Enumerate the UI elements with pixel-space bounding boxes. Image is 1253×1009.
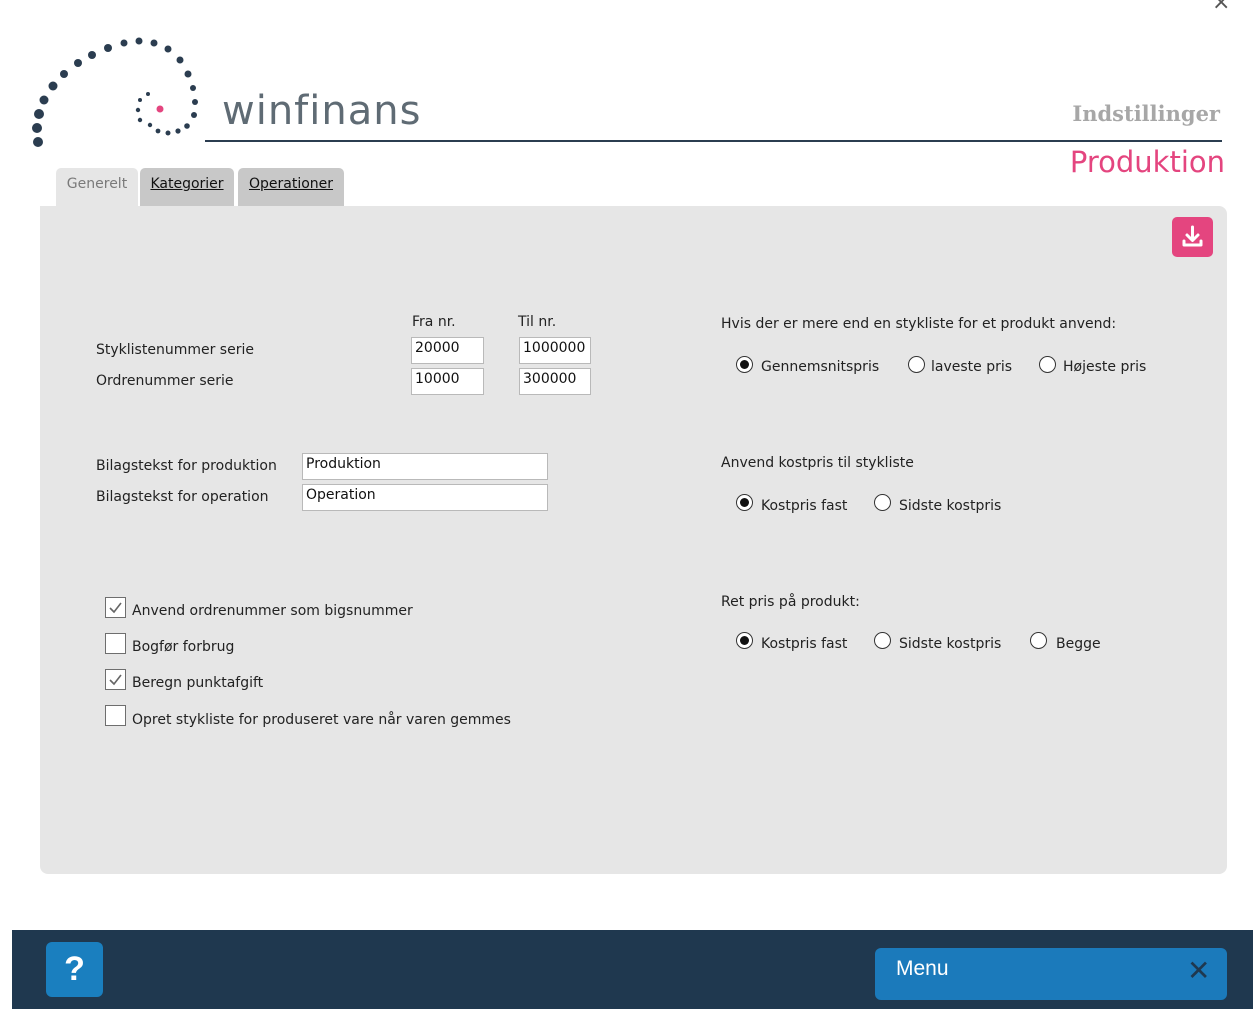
radio-price-fixed-cost[interactable] <box>736 632 753 649</box>
menu-label: Menu <box>896 957 949 980</box>
order-series-label: Ordrenummer serie <box>96 373 234 389</box>
radio-last-cost[interactable] <box>874 494 891 511</box>
checkbox-label: Beregn punktafgift <box>132 675 264 691</box>
to-header: Til nr. <box>518 314 557 330</box>
checkbox-label: Opret stykliste for produseret vare når … <box>132 712 511 728</box>
check-icon <box>109 602 122 614</box>
price-fix-question: Ret pris på produkt: <box>721 594 860 610</box>
checkbox-create-bom[interactable] <box>105 705 126 726</box>
tab-operationer[interactable]: Operationer <box>238 168 344 206</box>
radio-average-price[interactable] <box>736 356 753 373</box>
header-divider <box>205 140 1222 142</box>
checkbox-post-consumption[interactable] <box>105 633 126 654</box>
close-icon[interactable]: ✕ <box>1187 954 1210 987</box>
radio-label: Højeste pris <box>1063 359 1147 375</box>
radio-label: Kostpris fast <box>761 498 848 514</box>
order-series-from-input[interactable]: 10000 <box>411 368 484 395</box>
cost-price-question: Anvend kostpris til stykliste <box>721 455 914 471</box>
order-series-to-input[interactable]: 300000 <box>519 368 591 395</box>
checkbox-label: Bogfør forbrug <box>132 639 235 655</box>
logo-text: winfinans <box>222 88 422 134</box>
radio-label: Sidste kostpris <box>899 636 1002 652</box>
radio-fixed-cost[interactable] <box>736 494 753 511</box>
radio-price-last-cost[interactable] <box>874 632 891 649</box>
checkbox-use-order-number[interactable] <box>105 597 126 618</box>
download-icon <box>1182 225 1203 247</box>
radio-lowest-price[interactable] <box>908 356 925 373</box>
checkbox-excise-duty[interactable] <box>105 669 126 690</box>
checkbox-label: Anvend ordrenummer som bigsnummer <box>132 603 413 619</box>
radio-label: Sidste kostpris <box>899 498 1002 514</box>
radio-price-both[interactable] <box>1030 632 1047 649</box>
bom-series-to-input[interactable]: 1000000 <box>519 337 591 364</box>
bom-series-from-input[interactable]: 20000 <box>411 337 484 364</box>
production-text-label: Bilagstekst for produktion <box>96 458 277 474</box>
operation-text-label: Bilagstekst for operation <box>96 489 269 505</box>
radio-label: laveste pris <box>931 359 1013 375</box>
radio-label: Gennemsnitspris <box>761 359 880 375</box>
radio-label: Kostpris fast <box>761 636 848 652</box>
logo-dots-icon <box>32 37 198 147</box>
check-icon <box>109 674 122 686</box>
tab-kategorier[interactable]: Kategorier <box>140 168 234 206</box>
radio-label: Begge <box>1056 636 1101 652</box>
from-header: Fra nr. <box>412 314 456 330</box>
help-button[interactable]: ? <box>46 942 103 997</box>
download-button[interactable] <box>1172 217 1213 257</box>
window-close-icon[interactable]: × <box>1212 0 1230 15</box>
radio-highest-price[interactable] <box>1039 356 1056 373</box>
multi-bom-question: Hvis der er mere end en stykliste for et… <box>721 316 1117 332</box>
settings-panel <box>40 206 1227 874</box>
tab-generelt[interactable]: Generelt <box>56 168 138 206</box>
operation-text-input[interactable]: Operation <box>302 484 548 511</box>
page-title: Produktion <box>1069 145 1225 179</box>
production-text-input[interactable]: Produktion <box>302 453 548 480</box>
bom-series-label: Styklistenummer serie <box>96 342 254 358</box>
page-subtitle: Indstillinger <box>1072 101 1220 126</box>
